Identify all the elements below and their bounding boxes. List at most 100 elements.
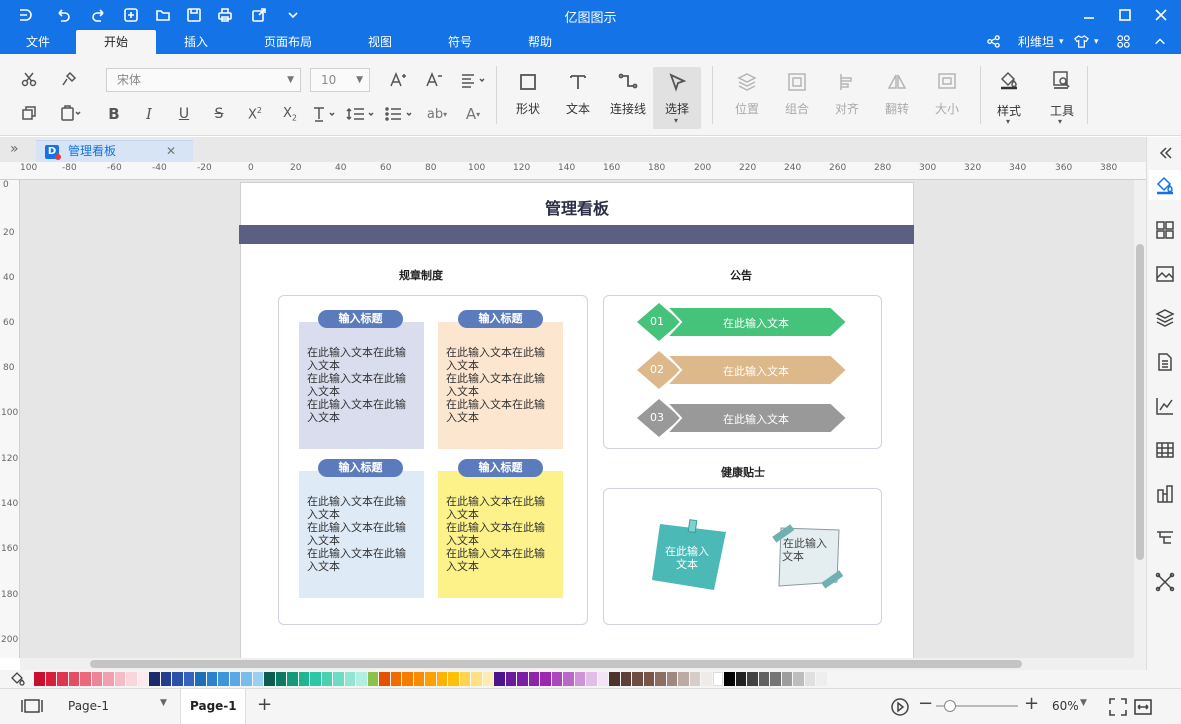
color-swatch[interactable] [574, 672, 585, 686]
color-swatch[interactable] [701, 672, 712, 686]
expand-library-icon[interactable]: » [10, 141, 19, 157]
fit-width-icon[interactable] [1133, 697, 1153, 717]
notice-text[interactable]: 在此输入文本 [681, 315, 831, 331]
color-swatch[interactable] [781, 672, 792, 686]
color-swatch[interactable] [103, 672, 114, 686]
menu-insert[interactable]: 插入 [170, 30, 222, 54]
sticky-note[interactable]: 在此输入文本在此输 入文本 在此输入文本在此输 入文本 在此输入文本在此输 入文本 [299, 322, 424, 449]
maximize-icon[interactable] [1116, 6, 1134, 24]
color-swatch[interactable] [678, 672, 689, 686]
color-swatch[interactable] [160, 672, 171, 686]
decrease-font-icon[interactable] [424, 70, 444, 90]
increase-font-icon[interactable] [388, 70, 408, 90]
color-swatch[interactable] [34, 672, 45, 686]
color-swatch[interactable] [494, 672, 505, 686]
shape-icon[interactable] [516, 70, 540, 94]
symbol-library-icon[interactable] [1155, 220, 1175, 240]
color-swatch[interactable] [310, 672, 321, 686]
color-swatch[interactable] [528, 672, 539, 686]
color-swatch[interactable] [298, 672, 309, 686]
user-name[interactable]: 利维坦 [1018, 30, 1054, 54]
color-swatch[interactable] [505, 672, 516, 686]
document-tab[interactable]: D 管理看板 ✕ [36, 140, 193, 162]
play-icon[interactable] [890, 697, 910, 717]
color-swatch[interactable] [482, 672, 493, 686]
color-swatch[interactable] [597, 672, 608, 686]
fit-page-icon[interactable] [1108, 697, 1128, 717]
copy-icon[interactable] [20, 104, 38, 122]
vertical-scroll-thumb[interactable] [1136, 244, 1144, 560]
color-swatch[interactable] [448, 672, 459, 686]
menu-home[interactable]: 开始 [76, 30, 156, 54]
connector-icon[interactable] [616, 70, 640, 94]
sticky-title[interactable]: 输入标题 [318, 459, 403, 477]
text-case-icon[interactable] [310, 104, 340, 124]
color-swatch[interactable] [459, 672, 470, 686]
text-tool-icon[interactable] [566, 70, 590, 94]
color-swatch[interactable] [643, 672, 654, 686]
color-swatch[interactable] [390, 672, 401, 686]
color-swatch[interactable] [367, 672, 378, 686]
color-swatch[interactable] [712, 672, 723, 686]
color-swatch[interactable] [183, 672, 194, 686]
color-swatch[interactable] [126, 672, 137, 686]
style-fill-icon[interactable] [997, 68, 1021, 92]
header-bar[interactable] [239, 225, 914, 244]
section-health-title[interactable]: 健康贴士 [693, 464, 793, 480]
color-swatch[interactable] [229, 672, 240, 686]
select-label[interactable]: 选择 [652, 100, 702, 117]
page-select-dropdown-icon[interactable]: ▼ [160, 698, 167, 708]
menu-help[interactable]: 帮助 [516, 30, 564, 54]
color-swatch[interactable] [218, 672, 229, 686]
color-swatch[interactable] [735, 672, 746, 686]
sticky-note[interactable]: 在此输入文本在此输 入文本 在此输入文本在此输 入文本 在此输入文本在此输 入文本 [438, 322, 563, 449]
tip-text[interactable]: 在此输入 文本 [775, 537, 835, 563]
color-swatch[interactable] [689, 672, 700, 686]
tools-icon[interactable] [1050, 68, 1074, 92]
color-swatch[interactable] [816, 672, 827, 686]
zoom-level[interactable]: 60% [1052, 699, 1079, 713]
color-swatch[interactable] [517, 672, 528, 686]
zoom-dropdown-icon[interactable]: ▼ [1080, 698, 1087, 708]
page-list-icon[interactable] [20, 698, 44, 714]
color-swatch[interactable] [666, 672, 677, 686]
layers-panel-icon[interactable] [1155, 308, 1175, 328]
font-color-icon[interactable]: A ▾ [458, 104, 488, 124]
superscript-icon[interactable]: X2 [244, 104, 266, 124]
color-swatch[interactable] [344, 672, 355, 686]
font-size-select[interactable]: 10 ▼ [310, 68, 370, 92]
color-swatch[interactable] [149, 672, 160, 686]
sticky-note[interactable]: 在此输入文本在此输 入文本 在此输入文本在此输 入文本 在此输入文本在此输 入文本 [299, 471, 424, 598]
subscript-icon[interactable]: X2 [279, 104, 301, 124]
color-swatch[interactable] [758, 672, 769, 686]
color-swatch[interactable] [471, 672, 482, 686]
color-swatch[interactable] [275, 672, 286, 686]
color-swatch[interactable] [551, 672, 562, 686]
color-swatch[interactable] [91, 672, 102, 686]
color-swatch[interactable] [80, 672, 91, 686]
skin-dropdown-icon[interactable]: ▾ [1094, 30, 1099, 54]
color-swatch[interactable] [321, 672, 332, 686]
color-swatch[interactable] [287, 672, 298, 686]
horizontal-scrollbar[interactable] [20, 658, 1146, 670]
menu-file[interactable]: 文件 [14, 30, 62, 54]
color-swatch[interactable] [68, 672, 79, 686]
collapse-ribbon-icon[interactable] [1153, 30, 1171, 54]
color-swatch[interactable] [413, 672, 424, 686]
color-swatch[interactable] [747, 672, 758, 686]
color-swatch[interactable] [241, 672, 252, 686]
cut-icon[interactable] [20, 70, 38, 88]
color-swatch[interactable] [252, 672, 263, 686]
page-select[interactable]: Page-1 [68, 699, 109, 713]
color-swatch[interactable] [264, 672, 275, 686]
zoom-slider-thumb[interactable] [944, 700, 956, 712]
collapse-panel-icon[interactable] [1155, 143, 1175, 163]
tools-dropdown-icon[interactable]: ▾ [1058, 117, 1062, 126]
zoom-in-icon[interactable]: + [1024, 693, 1039, 714]
notice-text[interactable]: 在此输入文本 [681, 411, 831, 427]
color-swatch[interactable] [609, 672, 620, 686]
horizontal-scroll-thumb[interactable] [90, 660, 1022, 668]
connector-label[interactable]: 连接线 [603, 100, 653, 117]
chart-panel-icon[interactable] [1155, 396, 1175, 416]
italic-icon[interactable]: I [139, 104, 159, 124]
